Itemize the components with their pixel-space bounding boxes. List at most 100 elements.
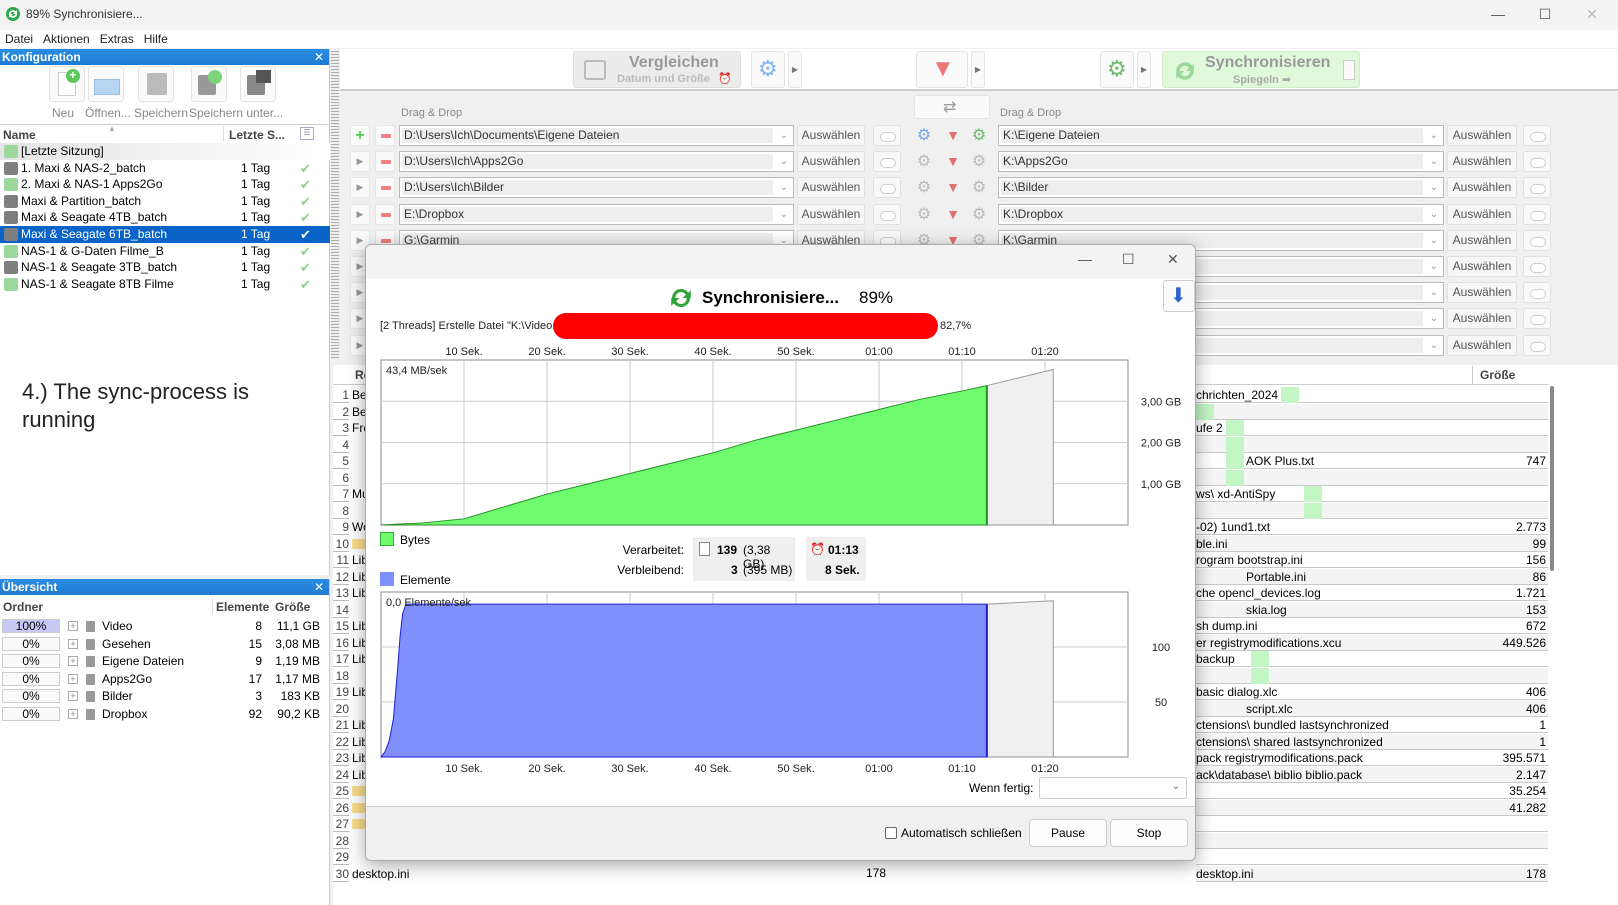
close-button[interactable]: ✕	[1572, 6, 1612, 23]
chevron-down-icon[interactable]: ⌄	[1430, 309, 1438, 328]
chevron-down-icon[interactable]: ⌄	[780, 205, 788, 224]
right-file-row[interactable]: ack\database\ biblio biblio.pack 2.147	[1196, 766, 1548, 783]
right-file-row[interactable]: sh dump.ini 672	[1196, 618, 1548, 634]
right-file-row[interactable]: script.xlc 406	[1196, 700, 1548, 717]
right-select-button[interactable]: Auswählen	[1447, 282, 1517, 304]
compare-gear-icon[interactable]: ⚙	[913, 151, 935, 172]
right-folder-input[interactable]: K:\Dropbox ⌄	[998, 203, 1444, 225]
left-select-button[interactable]: Auswählen	[797, 203, 865, 225]
cloud-icon[interactable]	[873, 203, 901, 225]
overview-row[interactable]: 0% + Gesehen 15 3,08 MB	[0, 636, 330, 653]
config-list-item[interactable]: Maxi & Seagate 4TB_batch 1 Tag ✔	[0, 209, 330, 226]
compare-gear-icon[interactable]: ⚙	[913, 177, 935, 198]
overview-row[interactable]: 0% + Bilder 3 183 KB	[0, 688, 330, 705]
right-file-row[interactable]: 41.282	[1196, 799, 1548, 816]
close-panel-icon[interactable]: ✕	[314, 579, 324, 595]
overview-row[interactable]: 0% + Eigene Dateien 9 1,19 MB	[0, 653, 330, 670]
left-folder-input[interactable]: D:\Users\Ich\Bilder ⌄	[399, 177, 794, 199]
cloud-icon[interactable]	[1523, 177, 1551, 199]
chevron-down-icon[interactable]: ⌄	[1430, 257, 1438, 276]
overview-row[interactable]: 100% + Video 8 11,1 GB	[0, 618, 330, 635]
compare-dropdown-button[interactable]: ▶	[788, 51, 802, 88]
right-file-row[interactable]: backup	[1196, 651, 1548, 667]
chevron-down-icon[interactable]: ⌄	[780, 126, 788, 145]
right-file-row[interactable]: er registrymodifications.xcu 449.526	[1196, 634, 1548, 651]
remove-folder-pair-button[interactable]	[375, 203, 395, 225]
left-select-button[interactable]: Auswählen	[797, 177, 865, 199]
left-file-cell[interactable]: desktop.ini	[352, 866, 409, 882]
column-folder[interactable]: Ordner	[3, 600, 43, 614]
right-folder-input[interactable]: K:\Bilder ⌄	[998, 177, 1444, 199]
sync-gear-icon[interactable]: ⚙	[968, 177, 990, 198]
cloud-icon[interactable]	[873, 125, 901, 146]
expand-pair-button[interactable]: ▶	[350, 177, 370, 199]
chevron-down-icon[interactable]: ⌄	[780, 178, 788, 197]
when-done-dropdown[interactable]: ⌄	[1039, 777, 1187, 799]
chevron-down-icon[interactable]: ⌄	[1430, 205, 1438, 224]
remove-folder-pair-button[interactable]	[375, 125, 395, 146]
right-file-row[interactable]: desktop.ini 178	[1196, 865, 1548, 882]
right-file-row[interactable]	[1196, 667, 1548, 684]
expand-icon[interactable]: +	[68, 673, 78, 684]
column-items[interactable]: Elemente	[216, 600, 269, 614]
pause-button[interactable]: Pause	[1029, 819, 1107, 847]
right-file-row[interactable]: rogram bootstrap.ini 156	[1196, 552, 1548, 568]
right-file-row[interactable]	[1196, 832, 1548, 849]
cloud-icon[interactable]	[873, 177, 901, 199]
cloud-icon[interactable]	[1523, 334, 1551, 356]
dialog-minimize-button[interactable]: —	[1078, 251, 1092, 267]
filter-funnel-icon[interactable]: ▼	[943, 177, 963, 198]
dialog-close-button[interactable]: ✕	[1167, 251, 1179, 268]
config-list-item[interactable]: NAS-1 & Seagate 3TB_batch 1 Tag ✔	[0, 259, 330, 276]
column-name[interactable]: Name	[3, 128, 36, 142]
dialog-maximize-button[interactable]: ☐	[1122, 251, 1135, 268]
compare-gear-icon[interactable]: ⚙	[913, 204, 935, 225]
config-list-item[interactable]: [Letzte Sitzung]	[0, 143, 330, 160]
right-file-row[interactable]: chrichten_2024	[1196, 387, 1548, 403]
right-file-row[interactable]	[1196, 436, 1548, 453]
expand-pair-button[interactable]: ▶	[350, 151, 370, 173]
chevron-down-icon[interactable]: ⌄	[1430, 231, 1438, 250]
menu-hilfe[interactable]: Hilfe	[139, 30, 173, 48]
right-file-row[interactable]: basic dialog.xlc 406	[1196, 684, 1548, 700]
right-select-button[interactable]: Auswählen	[1447, 203, 1517, 225]
maximize-button[interactable]: ☐	[1525, 6, 1565, 23]
chevron-down-icon[interactable]: ⌄	[1430, 126, 1438, 145]
remove-folder-pair-button[interactable]	[375, 151, 395, 173]
filter-dropdown-button[interactable]: ▶	[971, 51, 985, 88]
sync-gear-icon[interactable]: ⚙	[968, 151, 990, 172]
right-size-header[interactable]: Größe	[1480, 368, 1515, 382]
expand-icon[interactable]: +	[68, 638, 78, 649]
new-config-button[interactable]: +	[49, 66, 85, 102]
right-folder-input[interactable]: K:\Apps2Go ⌄	[998, 151, 1444, 173]
chevron-down-icon[interactable]: ⌄	[780, 152, 788, 171]
cloud-icon[interactable]	[1523, 203, 1551, 225]
config-list-item[interactable]: 1. Maxi & NAS-2_batch 1 Tag ✔	[0, 160, 330, 177]
right-file-row[interactable]	[1196, 849, 1548, 865]
filter-funnel-icon[interactable]: ▼	[943, 204, 963, 225]
save-as-button[interactable]	[191, 66, 227, 102]
right-file-row[interactable]: AOK Plus.txt 747	[1196, 453, 1548, 469]
right-select-button[interactable]: Auswählen	[1447, 125, 1517, 146]
sync-gear-icon[interactable]: ⚙	[968, 204, 990, 225]
expand-icon[interactable]: +	[68, 708, 78, 719]
swap-sides-button[interactable]: ⇄	[914, 95, 990, 119]
save-as-batch-button[interactable]	[240, 66, 276, 102]
right-file-row[interactable]	[1196, 469, 1548, 486]
config-list-item[interactable]: Maxi & Seagate 6TB_batch 1 Tag ✔	[0, 226, 330, 243]
close-panel-icon[interactable]: ✕	[314, 49, 324, 65]
right-select-button[interactable]: Auswählen	[1447, 229, 1517, 251]
file-grid-scrollbar[interactable]	[1550, 386, 1554, 571]
expand-pair-button[interactable]: ▶	[350, 203, 370, 225]
right-file-row[interactable]	[1196, 403, 1548, 420]
menu-extras[interactable]: Extras	[95, 30, 139, 48]
right-file-row[interactable]: pack registrymodifications.pack 395.571	[1196, 750, 1548, 766]
left-folder-input[interactable]: D:\Users\Ich\Documents\Eigene Dateien ⌄	[399, 125, 794, 146]
expand-icon[interactable]: +	[68, 656, 78, 666]
chevron-down-icon[interactable]: ⌄	[1430, 152, 1438, 171]
right-file-row[interactable]: Portable.ini 86	[1196, 568, 1548, 585]
right-file-row[interactable]: ble.ini 99	[1196, 535, 1548, 552]
chevron-down-icon[interactable]: ⌄	[1430, 336, 1438, 355]
right-file-row[interactable]	[1196, 502, 1548, 519]
menu-datei[interactable]: Datei	[0, 30, 38, 48]
